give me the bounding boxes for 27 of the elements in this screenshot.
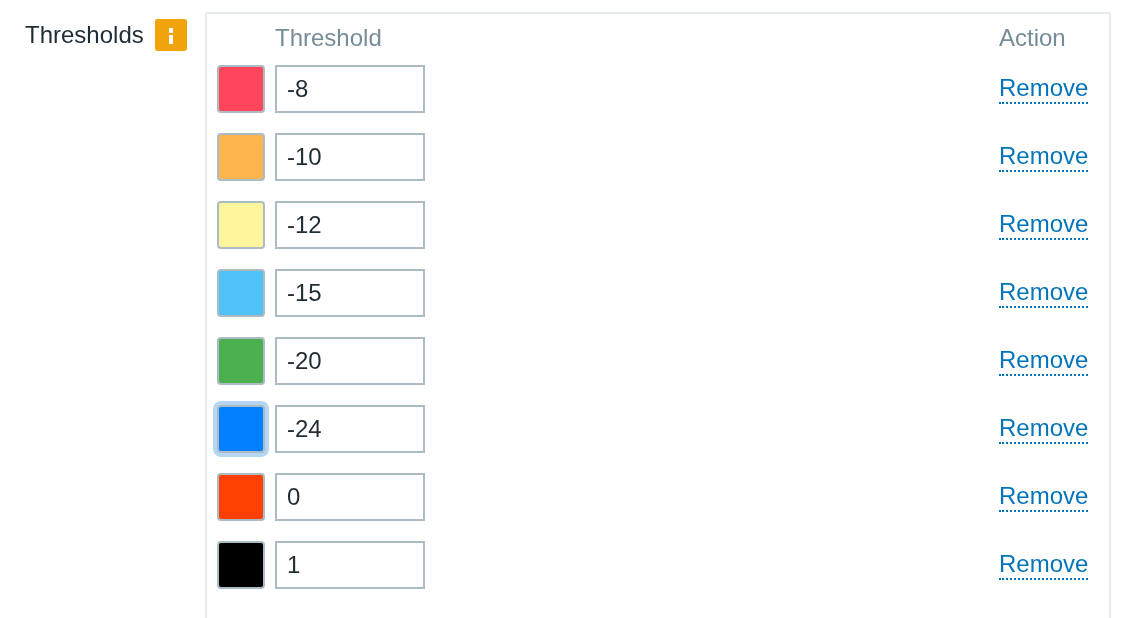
remove-link[interactable]: Remove xyxy=(999,278,1089,308)
color-swatch[interactable] xyxy=(217,269,265,317)
remove-link[interactable]: Remove xyxy=(999,346,1089,376)
threshold-input[interactable]: 0 xyxy=(275,473,425,521)
column-header: Action xyxy=(999,24,1067,52)
info-icon[interactable] xyxy=(154,19,187,51)
remove-link[interactable]: Remove xyxy=(999,482,1089,512)
threshold-input[interactable]: -8 xyxy=(275,65,425,113)
color-swatch[interactable] xyxy=(217,337,265,385)
remove-link[interactable]: Remove xyxy=(999,142,1089,172)
field-label: Thresholds xyxy=(25,21,144,49)
threshold-input[interactable]: -10 xyxy=(275,133,425,181)
column-header: Threshold xyxy=(275,24,382,52)
color-swatch[interactable] xyxy=(217,65,265,113)
threshold-input[interactable]: -15 xyxy=(275,269,425,317)
remove-link[interactable]: Remove xyxy=(999,414,1089,444)
threshold-input[interactable]: 1 xyxy=(275,541,425,589)
threshold-input[interactable]: -12 xyxy=(275,201,425,249)
color-swatch[interactable] xyxy=(217,473,265,521)
remove-link[interactable]: Remove xyxy=(999,550,1089,580)
threshold-input[interactable]: -24 xyxy=(275,405,425,453)
color-swatch[interactable] xyxy=(217,201,265,249)
color-swatch[interactable] xyxy=(217,541,265,589)
threshold-input[interactable]: -20 xyxy=(275,337,425,385)
color-swatch[interactable] xyxy=(217,133,265,181)
remove-link[interactable]: Remove xyxy=(999,74,1089,104)
remove-link[interactable]: Remove xyxy=(999,210,1089,240)
